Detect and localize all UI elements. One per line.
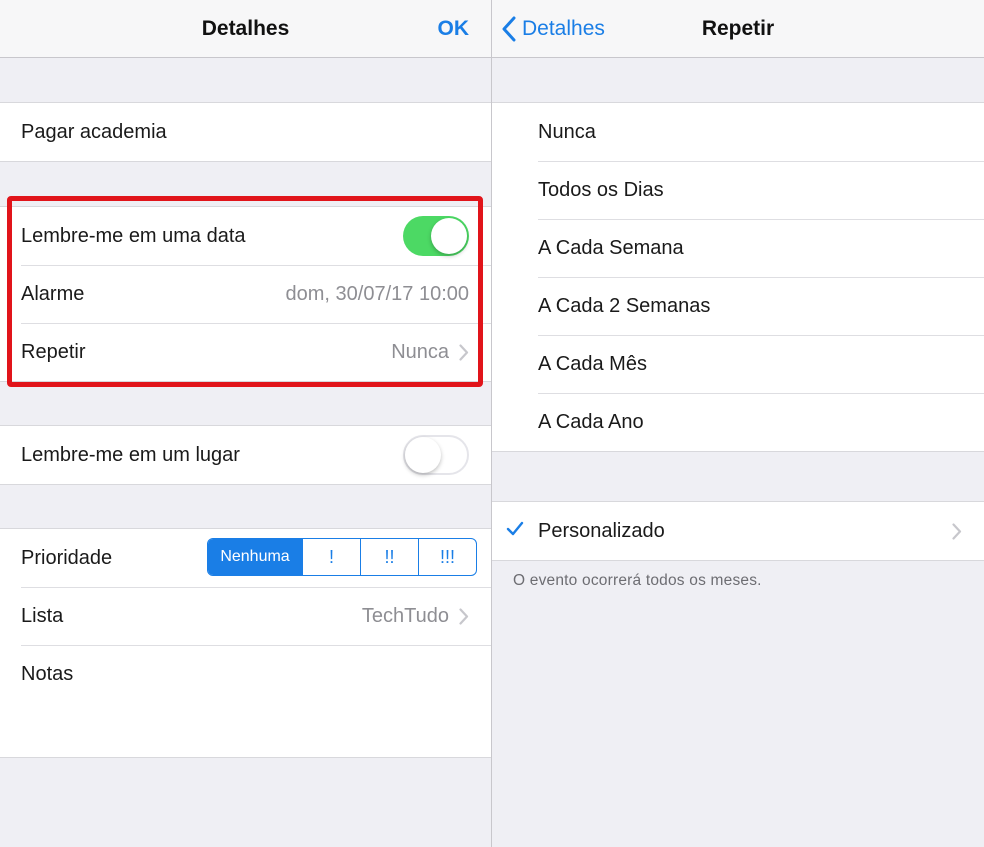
list-value: TechTudo [361,604,449,627]
list-row[interactable]: Lista TechTudo [0,587,491,645]
repeat-option-biweekly[interactable]: A Cada 2 Semanas [492,277,984,335]
ok-button[interactable]: OK [438,0,470,57]
title-group: Pagar academia [0,102,491,162]
repeat-option-label: A Cada Ano [538,410,644,433]
repeat-option-label: A Cada Mês [538,352,647,375]
repeat-row[interactable]: Repetir Nunca [0,323,491,381]
repeat-pane: Repetir Detalhes Nunca Todos os Dias A C… [492,0,984,847]
repeat-option-never[interactable]: Nunca [492,103,984,161]
repeat-option-yearly[interactable]: A Cada Ano [492,393,984,451]
chevron-left-icon [502,16,516,41]
remind-place-row: Lembre-me em um lugar [0,426,491,484]
alarm-label: Alarme [21,282,85,305]
remind-place-toggle[interactable] [403,435,469,475]
date-group: Lembre-me em uma data Alarme dom, 30/07/… [0,206,491,382]
repeat-option-label: Todos os Dias [538,178,664,201]
custom-footer-note: O evento ocorrerá todos os meses. [513,572,762,589]
custom-label: Personalizado [538,519,665,542]
details-navbar: Detalhes OK [0,0,491,58]
toggle-knob [431,218,467,254]
chevron-right-icon [952,522,962,540]
repeat-option-label: A Cada 2 Semanas [538,294,711,317]
priority-medium-segment[interactable]: !! [360,539,418,575]
repeat-label: Repetir [21,340,86,363]
priority-none-segment[interactable]: Nenhuma [208,539,303,575]
repeat-option-weekly[interactable]: A Cada Semana [492,219,984,277]
repeat-option-label: Nunca [538,120,596,143]
back-button[interactable]: Detalhes [502,0,605,57]
repeat-option-monthly[interactable]: A Cada Mês [492,335,984,393]
priority-row: Prioridade Nenhuma ! !! !!! [0,529,491,587]
chevron-right-icon [459,343,469,361]
toggle-knob [405,437,441,473]
repeat-options-group: Nunca Todos os Dias A Cada Semana A Cada… [492,102,984,452]
repeat-option-custom[interactable]: Personalizado [492,502,984,560]
remind-date-label: Lembre-me em uma data [21,224,246,247]
checkmark-icon [506,521,524,536]
details-pane: Detalhes OK Pagar academia Lembre-me em … [0,0,491,847]
repeat-value: Nunca [391,340,449,363]
repeat-navbar: Repetir Detalhes [492,0,984,58]
remind-date-row: Lembre-me em uma data [0,207,491,265]
notes-row[interactable]: Notas [0,645,491,703]
priority-label: Prioridade [21,546,113,569]
priority-high-segment[interactable]: !!! [418,539,476,575]
reminder-title-field[interactable]: Pagar academia [0,103,491,161]
details-title: Detalhes [201,17,290,40]
notes-label: Notas [21,662,74,685]
list-label: Lista [21,604,64,627]
repeat-option-label: A Cada Semana [538,236,684,259]
alarm-row[interactable]: Alarme dom, 30/07/17 10:00 [0,265,491,323]
details-group: Prioridade Nenhuma ! !! !!! Lista TechTu… [0,528,491,758]
back-label: Detalhes [522,17,605,40]
repeat-value-wrap: Nunca [391,341,469,364]
chevron-right-icon [459,607,469,625]
repeat-option-daily[interactable]: Todos os Dias [492,161,984,219]
priority-low-segment[interactable]: ! [302,539,360,575]
reminder-title-text: Pagar academia [21,120,167,143]
alarm-value: dom, 30/07/17 10:00 [285,282,469,305]
place-group: Lembre-me em um lugar [0,425,491,485]
remind-place-label: Lembre-me em um lugar [21,443,240,466]
remind-date-toggle[interactable] [403,216,469,256]
priority-segmented-control: Nenhuma ! !! !!! [207,538,477,576]
custom-chevron-wrap [942,522,962,540]
custom-group: Personalizado [492,501,984,561]
list-value-wrap: TechTudo [362,605,469,628]
